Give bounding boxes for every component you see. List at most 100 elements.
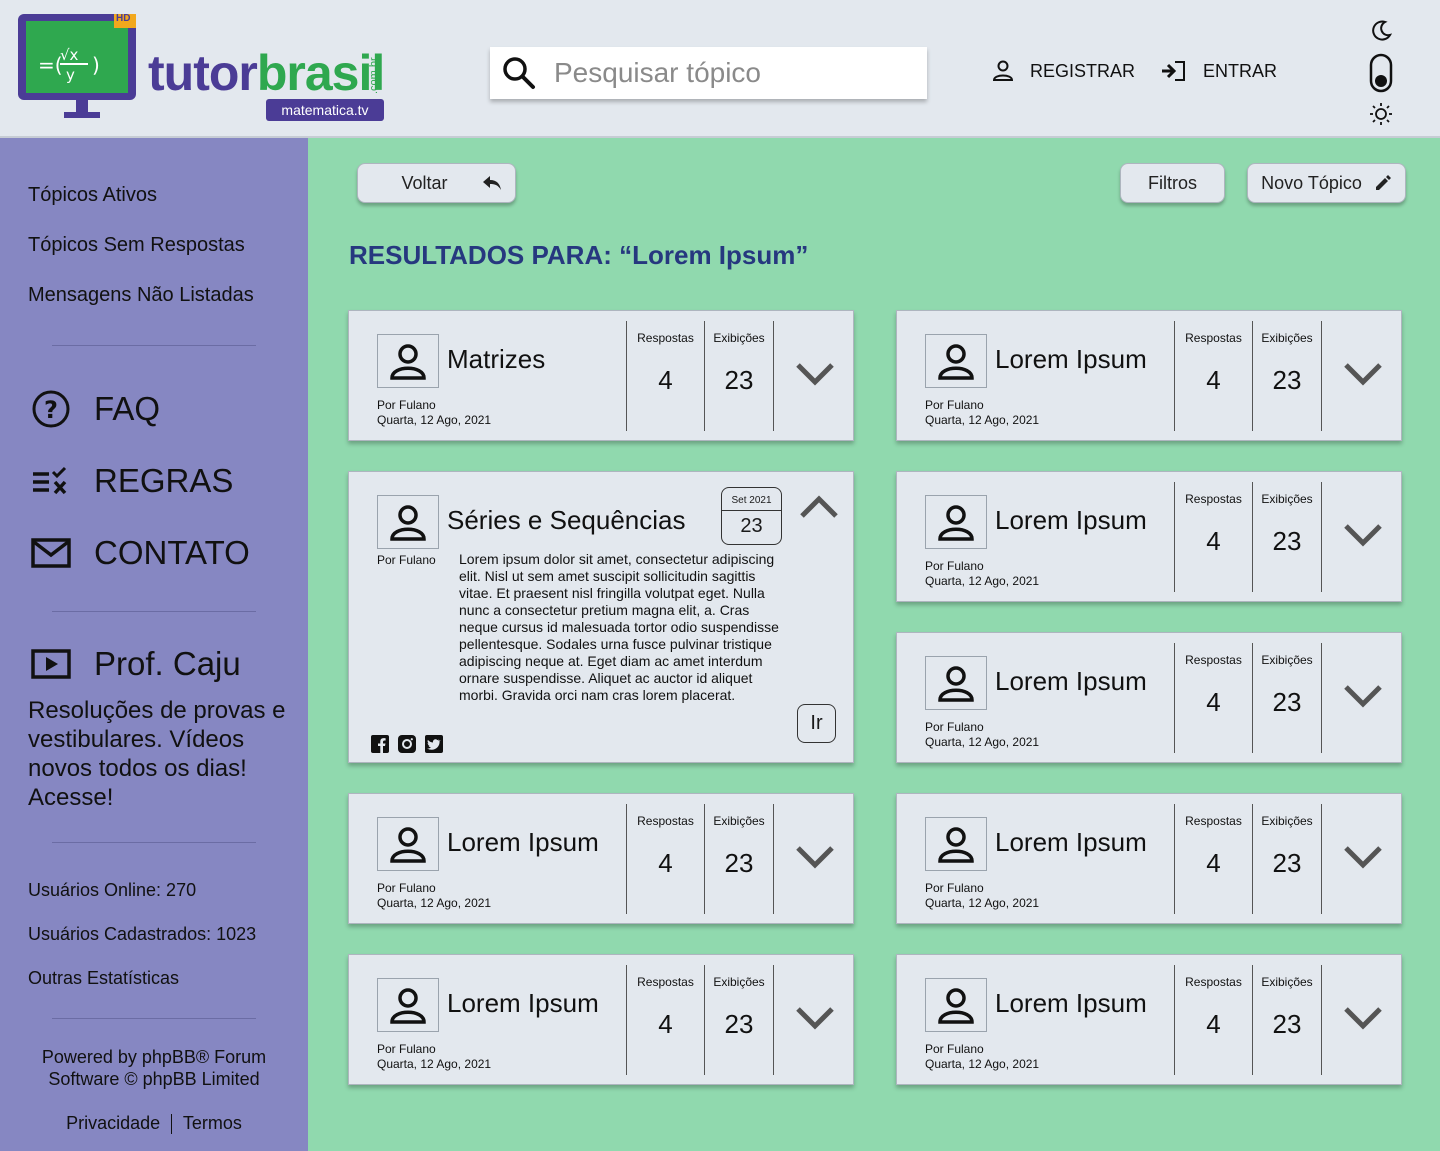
topic-author: Por Fulano [925,559,984,573]
instagram-icon[interactable] [398,735,416,758]
tutorbrasil-logo[interactable]: =( √x y ) HD tutorbrasil .com.br matemat… [16,12,406,127]
topic-card[interactable]: Matrizes Por Fulano Quarta, 12 Ago, 2021 Re… [348,310,854,441]
sidebar-item-contact[interactable]: CONTATO [30,532,250,574]
filters-button[interactable]: Filtros [1120,163,1225,203]
views-count: 23 [1272,687,1302,717]
topic-title[interactable]: Lorem Ipsum [995,827,1147,858]
help-icon: ? [30,388,72,430]
sidebar-item-prof-caju[interactable]: Prof. Caju [30,643,241,685]
facebook-icon[interactable] [371,735,389,758]
new-topic-button[interactable]: Novo Tópico [1247,163,1406,203]
replies-count: 4 [1206,365,1221,395]
avatar-icon [925,495,987,549]
twitter-icon[interactable] [425,735,443,758]
topic-card[interactable]: Lorem Ipsum Por Fulano Quarta, 12 Ago, 202… [896,632,1402,763]
chevron-down-icon[interactable] [1343,683,1383,709]
avatar-icon [377,334,439,388]
logo-text: tutorbrasil [148,44,385,102]
topic-date: Quarta, 12 Ago, 2021 [925,896,1040,910]
chevron-down-icon[interactable] [795,361,835,387]
stat-online-users: Usuários Online: 270 [28,880,197,900]
register-link[interactable]: REGISTRAR [992,60,1135,82]
chevron-down-icon[interactable] [1343,1005,1383,1031]
avatar-icon [925,334,987,388]
go-button[interactable]: Ir [797,704,836,743]
results-title: RESULTADOS PARA: “Lorem Ipsum” [349,240,809,270]
rules-label: REGRAS [94,462,234,499]
video-play-icon [30,643,72,685]
views-column: Exibições 23 [704,965,774,1075]
chevron-down-icon[interactable] [1343,844,1383,870]
replies-label: Respostas [1185,653,1242,667]
avatar-icon [925,978,987,1032]
topic-title[interactable]: Lorem Ipsum [995,988,1147,1019]
user-icon [992,60,1014,81]
topic-title[interactable]: Lorem Ipsum [447,827,599,858]
chevron-down-icon[interactable] [1343,522,1383,548]
replies-count: 4 [658,365,673,395]
terms-link[interactable]: Termos [183,1113,242,1133]
topic-title[interactable]: Lorem Ipsum [995,505,1147,536]
chevron-down-icon[interactable] [795,844,835,870]
replies-count: 4 [1206,1009,1221,1039]
replies-column: Respostas 4 [1174,804,1252,914]
topic-title[interactable]: Lorem Ipsum [995,344,1147,375]
search-icon [503,57,535,89]
topic-date: Quarta, 12 Ago, 2021 [377,413,492,427]
topic-preview: Lorem ipsum dolor sit amet, consectetur … [459,551,779,703]
avatar-icon [377,978,439,1032]
theme-toggle[interactable] [1366,18,1396,128]
sidebar-link-unlisted-messages[interactable]: Mensagens Não Listadas [28,284,254,307]
new-topic-label: Novo Tópico [1261,172,1362,193]
replies-column: Respostas 4 [1174,643,1252,753]
topic-title[interactable]: Matrizes [447,344,545,375]
sidebar-divider [52,611,256,612]
topic-card[interactable]: Lorem Ipsum Por Fulano Quarta, 12 Ago, 202… [896,310,1402,441]
replies-label: Respostas [637,331,694,345]
other-stats-link[interactable]: Outras Estatísticas [28,968,179,989]
views-count: 23 [1272,1009,1302,1039]
views-label: Exibições [1261,331,1313,345]
replies-column: Respostas 4 [626,804,704,914]
topic-author: Por Fulano [925,1042,984,1056]
replies-column: Respostas 4 [626,965,704,1075]
register-label: REGISTRAR [1030,60,1136,81]
header: =( √x y ) HD tutorbrasil .com.br matemat… [0,0,1440,138]
sidebar-item-faq[interactable]: ? FAQ [30,388,160,430]
chevron-down-icon[interactable] [795,1005,835,1031]
topic-date: Quarta, 12 Ago, 2021 [377,896,492,910]
sidebar-link-active-topics[interactable]: Tópicos Ativos [28,184,157,207]
replies-label: Respostas [637,814,694,828]
date-badge: Set 2021 23 [721,487,782,545]
topic-card[interactable]: Lorem Ipsum Por Fulano Quarta, 12 Ago, 202… [896,954,1402,1085]
chevron-down-icon[interactable] [1343,361,1383,387]
filters-label: Filtros [1148,172,1197,193]
topic-author: Por Fulano [377,553,436,567]
topic-title[interactable]: Lorem Ipsum [447,988,599,1019]
topic-author: Por Fulano [377,398,436,412]
search-input[interactable] [554,57,914,89]
pencil-icon [1375,175,1391,190]
topic-title[interactable]: Séries e Sequências [447,505,685,536]
back-label: Voltar [401,172,448,193]
footer-divider [171,1114,173,1135]
topic-card[interactable]: Lorem Ipsum Por Fulano Quarta, 12 Ago, 202… [348,954,854,1085]
topic-title[interactable]: Lorem Ipsum [995,666,1147,697]
search-bar[interactable] [490,47,927,99]
chevron-up-icon[interactable] [799,494,839,520]
sidebar-divider [52,1018,256,1019]
login-link[interactable]: ENTRAR [1161,60,1277,82]
back-button[interactable]: Voltar [357,163,516,203]
topic-card[interactable]: Lorem Ipsum Por Fulano Quarta, 12 Ago, 202… [896,471,1402,602]
replies-count: 4 [1206,687,1221,717]
replies-count: 4 [658,848,673,878]
sidebar-link-unanswered-topics[interactable]: Tópicos Sem Respostas [28,234,245,257]
views-count: 23 [724,1009,754,1039]
privacy-link[interactable]: Privacidade [66,1113,160,1133]
topic-card[interactable]: Lorem Ipsum Por Fulano Quarta, 12 Ago, 202… [348,793,854,924]
replies-count: 4 [1206,848,1221,878]
topic-card[interactable]: Séries e Sequências Por Fulano Set 2021 23 L… [348,471,854,763]
sidebar-item-rules[interactable]: REGRAS [30,460,233,502]
topic-card[interactable]: Lorem Ipsum Por Fulano Quarta, 12 Ago, 202… [896,793,1402,924]
logo-subtitle: matematica.tv [266,99,384,121]
